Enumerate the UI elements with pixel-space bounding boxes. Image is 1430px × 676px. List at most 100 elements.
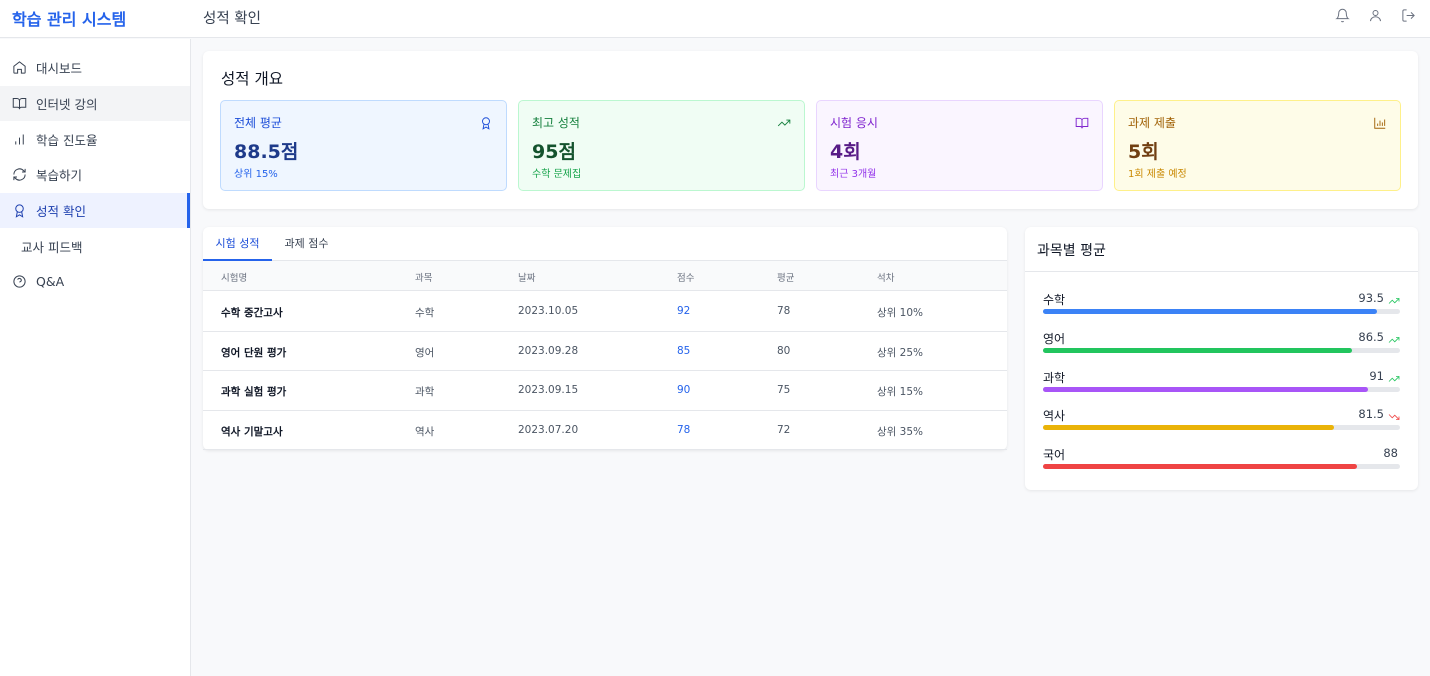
home-icon (12, 60, 27, 75)
results-tabs: 시험 성적 과제 점수 (203, 227, 1007, 261)
stat-card-overall-average: 전체 평균 88.5점 상위 15% (220, 100, 507, 191)
divider (1025, 271, 1418, 272)
progress-fill (1043, 309, 1377, 314)
sidebar-item-teacher-feedback[interactable]: 교사 피드백 (0, 228, 190, 264)
table-row[interactable]: 역사 기말고사 역사 2023.07.20 78 72 상위 35% (203, 411, 1007, 450)
stat-value: 4회 (830, 141, 861, 163)
stat-label: 최고 성적 (532, 116, 580, 130)
exam-average: 72 (777, 423, 791, 436)
tab-assignment-scores[interactable]: 과제 점수 (272, 227, 341, 261)
subject-row: 역사 81.5 (1043, 407, 1400, 437)
subject-average-value: 81.5 (1358, 407, 1384, 421)
progress-track (1043, 348, 1400, 353)
refresh-icon (12, 167, 27, 182)
progress-fill (1043, 464, 1358, 469)
exam-date: 2023.09.15 (518, 384, 579, 396)
sidebar: 대시보드 인터넷 강의 학습 진도율 복습하기 성적 확인 교사 피드백 Q&A (0, 39, 191, 676)
subject-row: 수학 93.5 (1043, 291, 1400, 321)
header-actions (1335, 8, 1416, 23)
stat-card-exams-taken: 시험 응시 4회 최근 3개월 (816, 100, 1103, 191)
grade-overview-card: 성적 개요 전체 평균 88.5점 상위 15% 최고 성적 95점 수학 문제… (203, 51, 1418, 209)
subject-name: 영어 (1043, 332, 1066, 346)
subject-average-value: 86.5 (1358, 330, 1384, 344)
exam-subject: 역사 (415, 425, 435, 438)
sidebar-item-grades[interactable]: 성적 확인 (0, 192, 190, 229)
bell-icon[interactable] (1335, 8, 1350, 23)
exam-subject: 과학 (415, 386, 435, 398)
table-row[interactable]: 과학 실험 평가 과학 2023.09.15 90 75 상위 15% (203, 371, 1007, 411)
sidebar-item-online-lectures[interactable]: 인터넷 강의 (0, 85, 190, 122)
stat-card-assignments: 과제 제출 5회 1회 제출 예정 (1114, 100, 1401, 191)
column-header: 점수 (677, 273, 695, 284)
subject-row: 영어 86.5 (1043, 330, 1400, 360)
sidebar-item-label: 교사 피드백 (21, 239, 83, 255)
table-row[interactable]: 영어 단원 평가 영어 2023.09.28 85 80 상위 25% (203, 332, 1007, 371)
sidebar-item-dashboard[interactable]: 대시보드 (0, 50, 190, 86)
subject-row: 국어 88 (1043, 446, 1400, 476)
stat-sub: 상위 15% (234, 169, 278, 180)
book-open-icon (1075, 115, 1089, 129)
page-title: 성적 확인 (203, 11, 261, 27)
subject-average-value: 93.5 (1358, 291, 1384, 305)
exam-score: 85 (677, 344, 691, 357)
stat-sub: 수학 문제집 (532, 169, 582, 180)
exam-date: 2023.10.05 (518, 305, 579, 317)
sidebar-item-qna[interactable]: Q&A (0, 264, 190, 300)
exam-average: 80 (777, 344, 791, 357)
sidebar-item-label: 복습하기 (36, 168, 83, 184)
progress-fill (1043, 348, 1352, 353)
overview-title: 성적 개요 (221, 70, 283, 88)
top-header: 학습 관리 시스템 성적 확인 (0, 0, 1430, 38)
subject-row: 과학 91 (1043, 369, 1400, 399)
stat-sub: 최근 3개월 (830, 169, 877, 180)
progress-fill (1043, 387, 1368, 392)
sidebar-item-label: 학습 진도율 (36, 132, 98, 148)
bar-chart-icon (1373, 115, 1387, 129)
subject-name: 수학 (1043, 293, 1066, 307)
user-icon[interactable] (1368, 8, 1383, 23)
stat-value: 5회 (1128, 141, 1159, 163)
progress-track (1043, 464, 1400, 469)
help-circle-icon (12, 274, 27, 289)
stat-label: 시험 응시 (830, 116, 878, 130)
subject-average-title: 과목별 평균 (1037, 243, 1106, 259)
exam-subject: 수학 (415, 307, 435, 319)
sidebar-item-progress[interactable]: 학습 진도율 (0, 121, 190, 157)
exam-score: 78 (677, 423, 691, 436)
progress-track (1043, 425, 1400, 430)
exam-rank: 상위 25% (877, 346, 923, 359)
subject-average-value: 91 (1369, 369, 1384, 383)
exam-name: 역사 기말고사 (221, 425, 283, 438)
table-row[interactable]: 수학 중간고사 수학 2023.10.05 92 78 상위 10% (203, 292, 1007, 332)
award-icon (479, 115, 493, 130)
exam-results-card: 시험 성적 과제 점수 시험명 과목 날짜 점수 평균 석차 수학 중간고사 수… (203, 227, 1007, 450)
column-header: 시험명 (221, 273, 248, 284)
subject-name: 역사 (1043, 409, 1066, 423)
sidebar-item-review[interactable]: 복습하기 (0, 157, 190, 193)
column-header: 날짜 (518, 273, 536, 284)
bar-chart-icon (12, 132, 27, 147)
stat-value: 88.5점 (234, 141, 299, 163)
exam-average: 75 (777, 384, 791, 396)
exam-date: 2023.09.28 (518, 344, 579, 357)
sidebar-item-label: 성적 확인 (36, 204, 86, 220)
column-header: 석차 (877, 273, 895, 284)
table-header: 시험명 과목 날짜 점수 평균 석차 (203, 261, 1007, 291)
trending-up-icon (1388, 331, 1400, 343)
app-brand[interactable]: 학습 관리 시스템 (12, 6, 126, 30)
tab-exam-scores[interactable]: 시험 성적 (203, 227, 272, 261)
subject-average-value: 88 (1383, 446, 1398, 460)
logout-icon[interactable] (1401, 8, 1416, 23)
subject-name: 국어 (1043, 448, 1066, 462)
exam-name: 과학 실험 평가 (221, 386, 287, 398)
exam-rank: 상위 15% (877, 386, 923, 398)
trending-down-icon (1388, 408, 1400, 420)
progress-fill (1043, 425, 1334, 430)
book-icon (12, 96, 27, 111)
exam-subject: 영어 (415, 346, 435, 359)
exam-date: 2023.07.20 (518, 423, 579, 436)
stat-label: 전체 평균 (234, 116, 282, 130)
trending-up-icon (777, 115, 791, 129)
exam-rank: 상위 35% (877, 425, 923, 438)
subject-average-card: 과목별 평균 수학 93.5 영어 86.5 과학 91 역사 81.5 국어 88 (1025, 227, 1418, 490)
